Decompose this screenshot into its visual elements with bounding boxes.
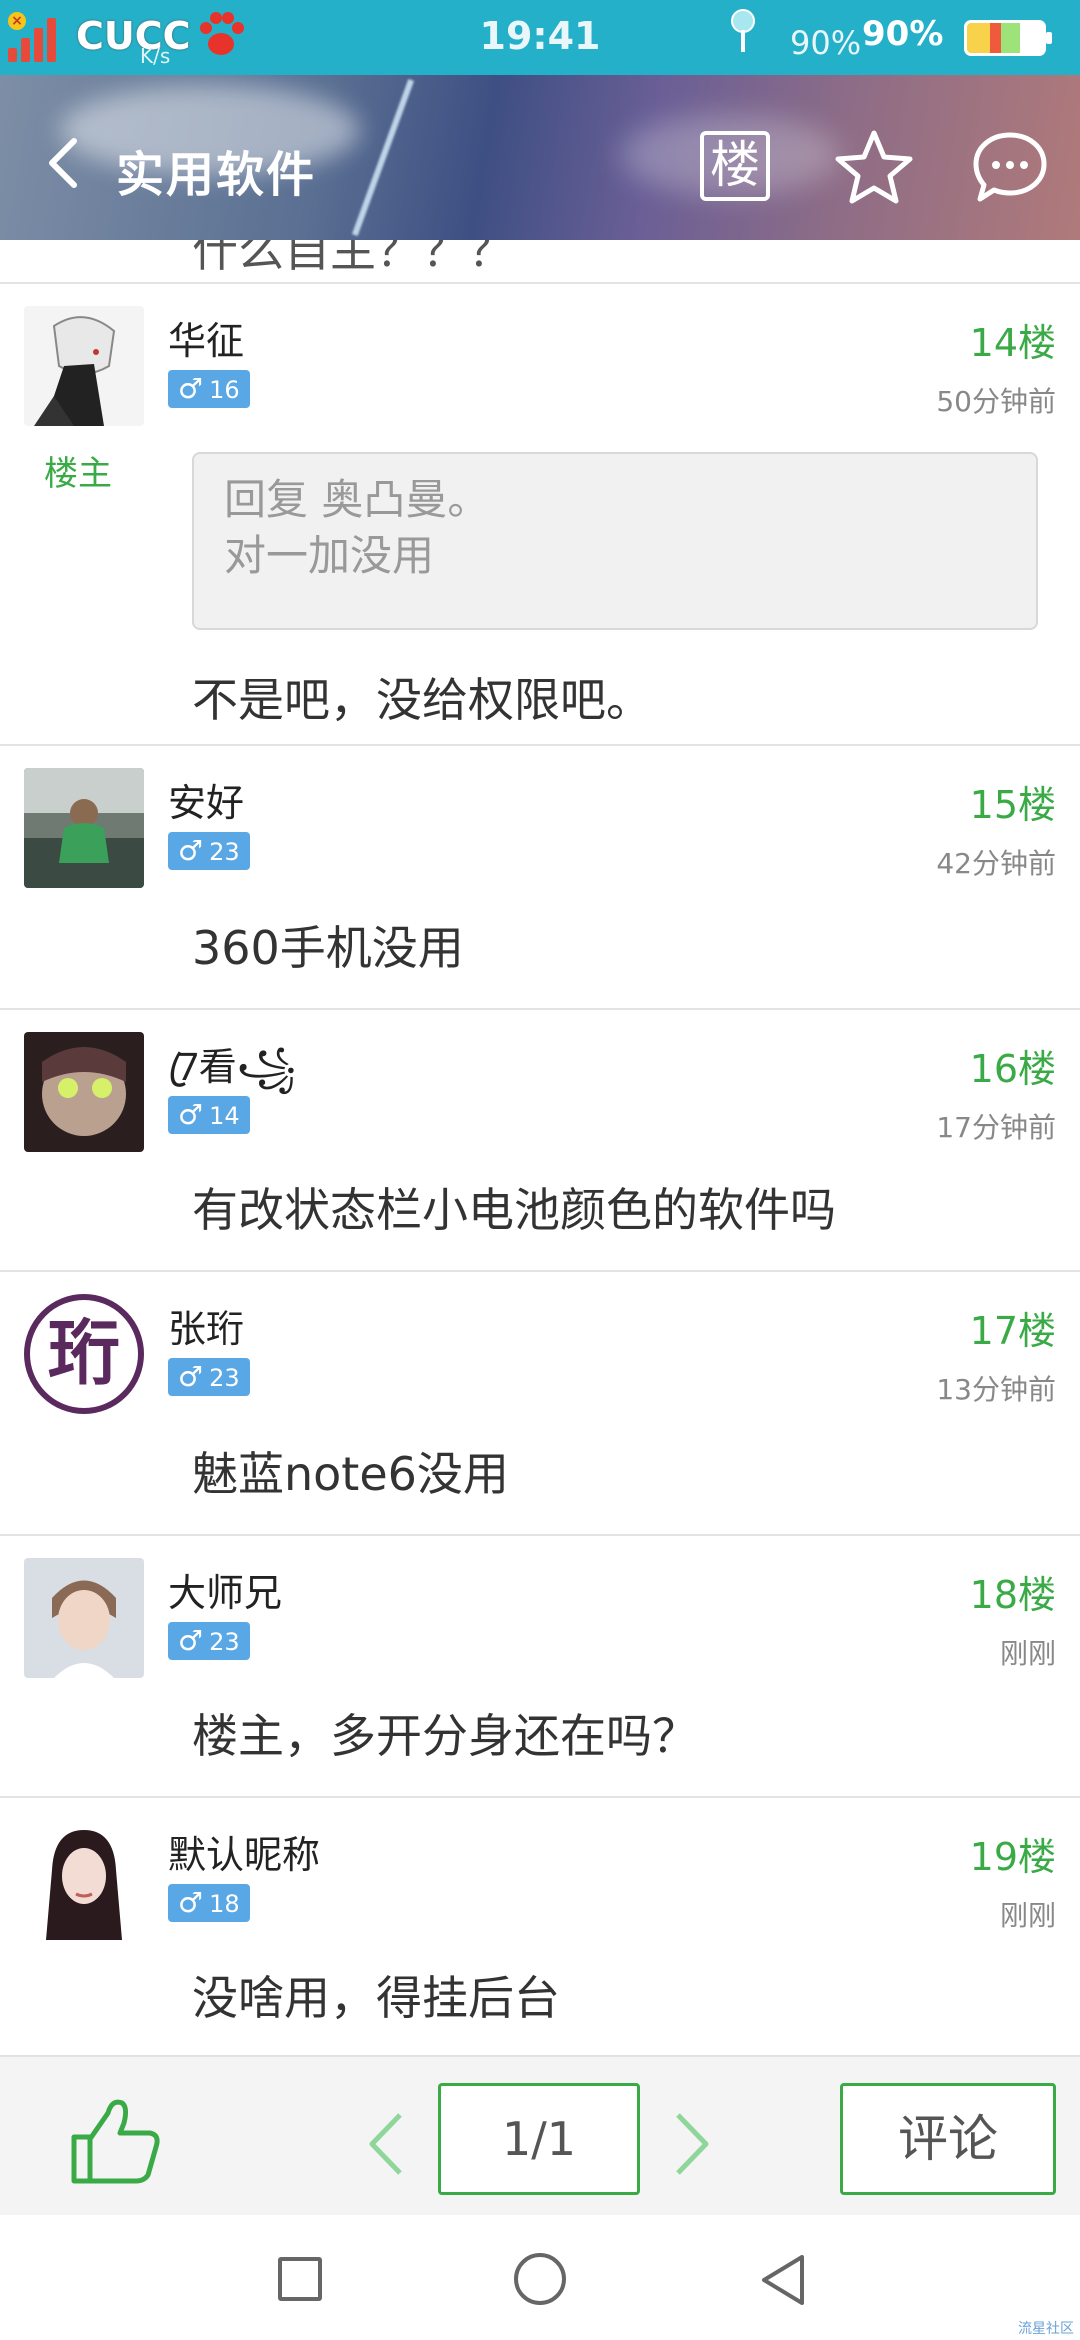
quoted-reply[interactable]: 回复 奥凸曼。 对一加没用 [192, 452, 1038, 630]
avatar[interactable] [24, 768, 144, 888]
floor-number: 16楼 [969, 1047, 1056, 1091]
reply-text: 不是吧，没给权限吧。 [192, 673, 652, 727]
post-time: 42分钟前 [936, 847, 1056, 880]
home-icon[interactable] [514, 2253, 566, 2305]
gender-level-badge: ♂ 23 [168, 832, 250, 870]
back-triangle-icon[interactable] [758, 2253, 808, 2307]
reply-item[interactable]: 安好 ♂ 23 15楼 42分钟前 360手机没用 [0, 744, 1080, 1008]
top-nav-bar: 实用软件 楼 [0, 75, 1080, 240]
avatar[interactable] [24, 1032, 144, 1152]
reply-item[interactable]: 默认昵称 ♂ 18 19楼 刚刚 没啥用，得挂后台 [0, 1796, 1080, 2055]
gender-level-badge: ♂ 18 [168, 1884, 250, 1922]
post-time: 刚刚 [999, 1637, 1056, 1670]
owner-tag: 楼主 [44, 454, 112, 494]
quote-line: 回复 奥凸曼。 [224, 475, 490, 524]
gender-level-badge: ♂ 23 [168, 1358, 250, 1396]
avatar[interactable] [24, 1558, 144, 1678]
username[interactable]: 安好 [168, 772, 244, 827]
quote-line: 对一加没用 [224, 531, 435, 580]
reply-item[interactable]: 大师兄 ♂ 23 18楼 刚刚 楼主，多开分身还在吗？ [0, 1534, 1080, 1796]
username[interactable]: 华征 [168, 310, 244, 365]
reply-item[interactable]: 楼主 华征 ♂ 16 14楼 50分钟前 回复 奥凸曼。 对一加没用 不是吧，没给… [0, 282, 1080, 744]
post-time: 13分钟前 [936, 1373, 1056, 1406]
chevron-right-icon[interactable] [670, 2109, 714, 2179]
post-time: 刚刚 [999, 1899, 1056, 1932]
username[interactable]: 默认昵称 [168, 1824, 320, 1879]
bottom-action-bar: 1/1 评论 [0, 2055, 1080, 2215]
floor-number: 19楼 [969, 1835, 1056, 1879]
gender-level-badge: ♂ 16 [168, 370, 250, 408]
floor-number: 17楼 [969, 1309, 1056, 1353]
gender-level-badge: ♂ 23 [168, 1622, 250, 1660]
watermark: 流星社区 [1018, 2321, 1074, 2337]
gender-level-badge: ♂ 14 [168, 1096, 250, 1134]
avatar[interactable]: 珩 [24, 1294, 144, 1414]
battery-percent-label: 90% [790, 24, 862, 62]
location-icon [731, 9, 755, 52]
reply-text: 360手机没用 [192, 921, 464, 975]
reply-item[interactable]: 7ꦿ看꧁ ♂ 14 16楼 17分钟前 有改状态栏小电池颜色的软件吗 [0, 1008, 1080, 1270]
reply-item[interactable]: 珩 张珩 ♂ 23 17楼 13分钟前 魅蓝note6没用 [0, 1270, 1080, 1534]
thumbs-up-icon[interactable] [68, 2093, 164, 2189]
status-bar: × CUCC K/s 19:41 90% 90% [0, 0, 1080, 75]
star-icon[interactable] [834, 127, 914, 207]
post-time: 50分钟前 [936, 385, 1056, 418]
system-nav-bar: 流星社区 [0, 2215, 1080, 2340]
battery-icon [964, 20, 1052, 56]
chevron-left-icon[interactable] [364, 2109, 408, 2179]
floor-jump-button[interactable]: 楼 [700, 131, 770, 201]
reply-text: 有改状态栏小电池颜色的软件吗 [192, 1183, 836, 1237]
avatar[interactable] [24, 306, 144, 426]
battery-percent-bold-label: 90% [862, 14, 944, 54]
page-title: 实用软件 [116, 147, 317, 203]
page-indicator[interactable]: 1/1 [438, 2083, 640, 2195]
floor-number: 15楼 [969, 783, 1056, 827]
avatar-glyph: 珩 [47, 1311, 120, 1395]
avatar[interactable] [24, 1820, 144, 1940]
username[interactable]: 大师兄 [168, 1562, 282, 1617]
recent-apps-icon[interactable] [278, 2257, 322, 2301]
floor-number: 18楼 [969, 1573, 1056, 1617]
reply-text: 魅蓝note6没用 [192, 1447, 509, 1501]
username[interactable]: 张珩 [168, 1298, 244, 1353]
previous-post-tail: 什么自主？？？ [192, 240, 514, 277]
reply-text: 没啥用，得挂后台 [192, 1971, 560, 2025]
post-time: 17分钟前 [936, 1111, 1056, 1144]
chat-bubble-icon[interactable] [972, 129, 1048, 205]
floor-number: 14楼 [969, 321, 1056, 365]
comment-button[interactable]: 评论 [840, 2083, 1056, 2195]
back-arrow-icon[interactable] [40, 133, 88, 193]
reply-text: 楼主，多开分身还在吗？ [192, 1709, 698, 1763]
reply-list[interactable]: 什么自主？？？ 楼主 华征 ♂ 16 14楼 50分钟前 回复 奥凸曼。 对一加没… [0, 240, 1080, 2055]
